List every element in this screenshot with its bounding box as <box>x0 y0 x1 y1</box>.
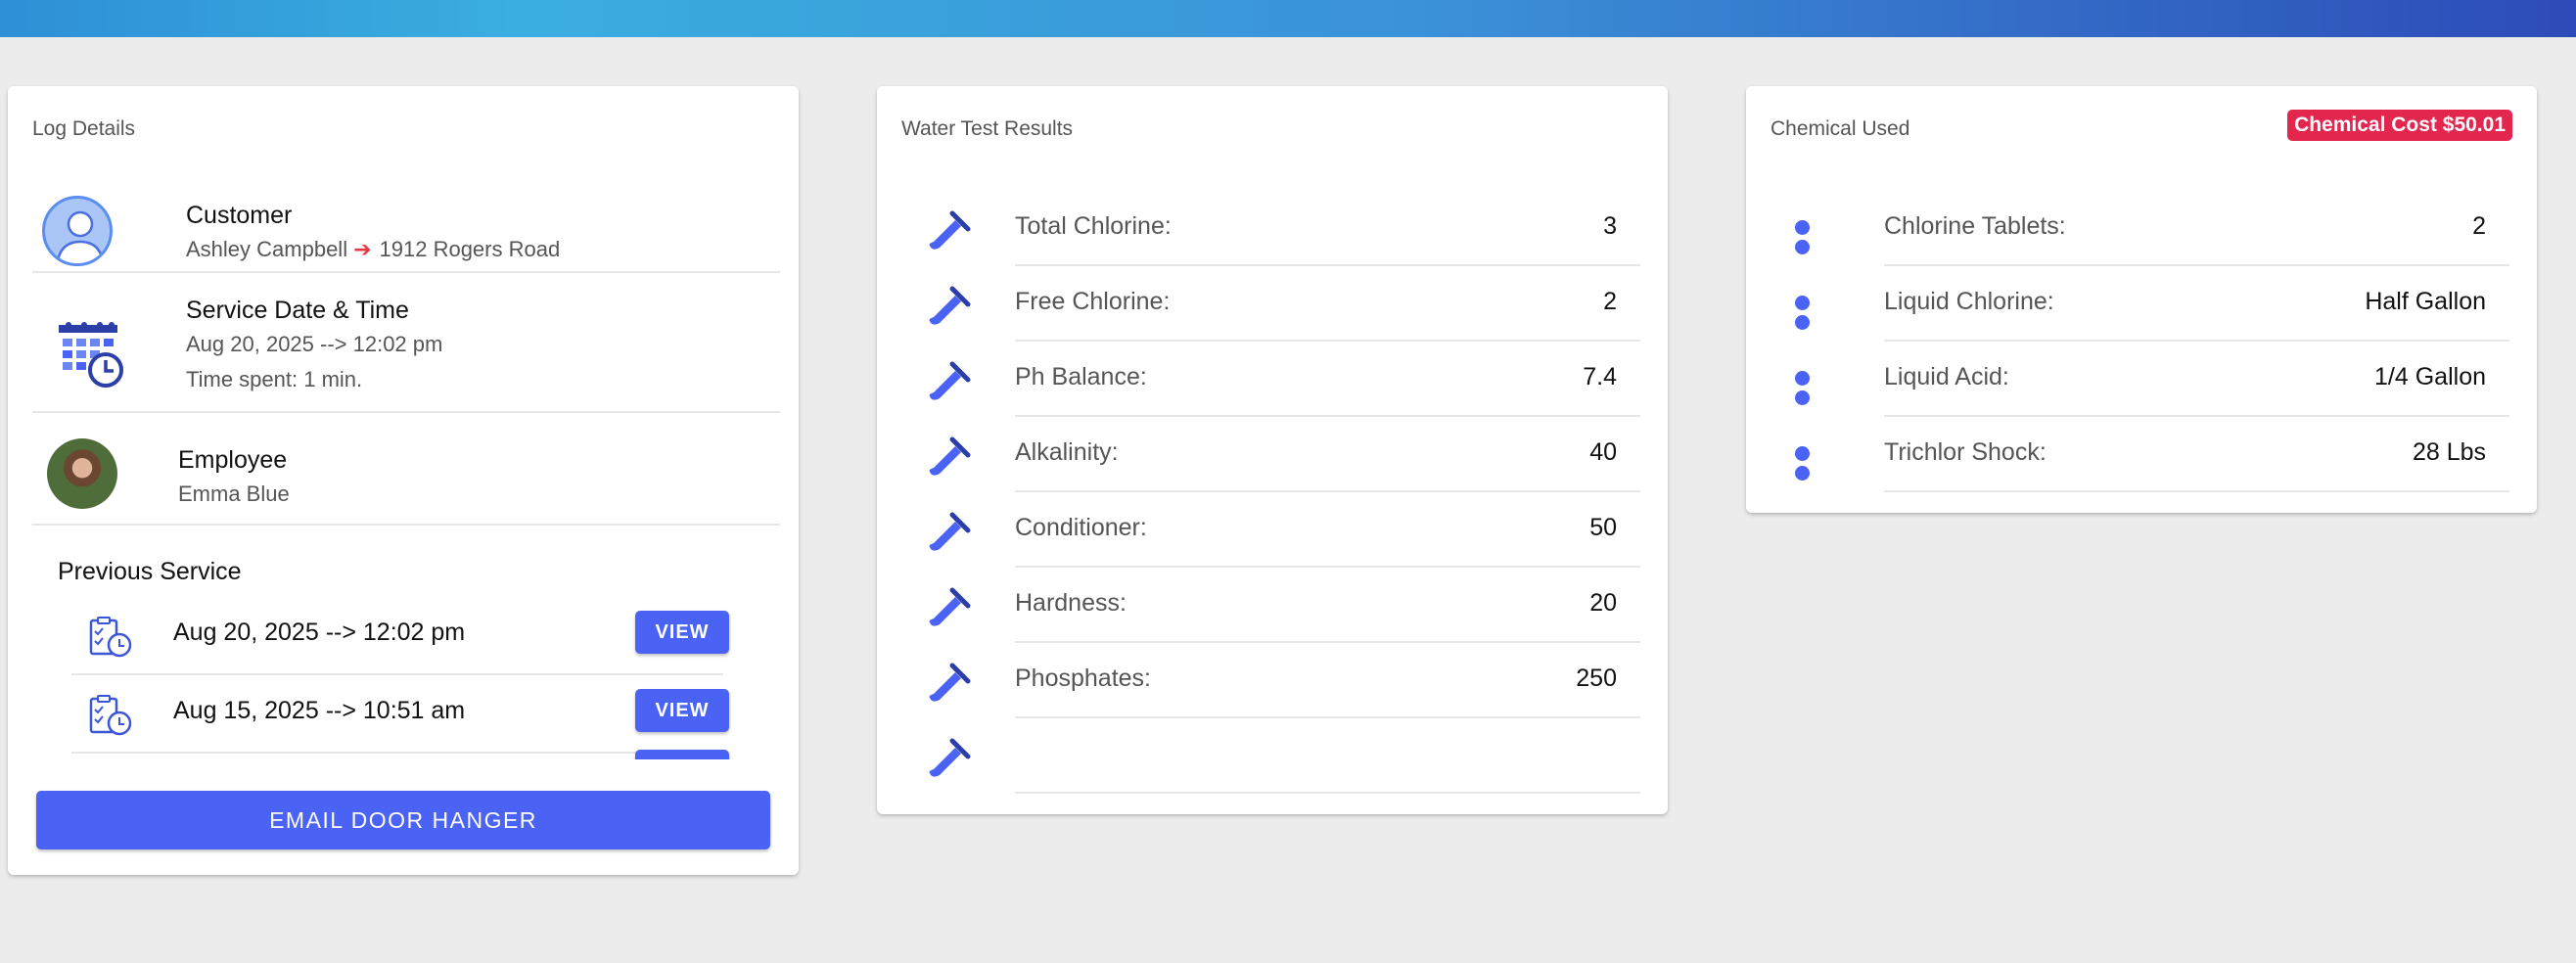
customer-row: Customer Ashley Campbell ➔ 1912 Rogers Roa… <box>32 184 780 273</box>
test-tube-icon <box>920 728 975 788</box>
test-tube-icon <box>920 427 975 486</box>
previous-service-date: Aug 15, 2025 --> 10:51 am <box>173 697 466 724</box>
chemical-dots-icon <box>1795 371 1834 405</box>
list-item: Aug 15, 2025 --> 10:51 am VIEW <box>71 675 729 754</box>
view-button[interactable] <box>635 750 729 759</box>
previous-service-list[interactable]: Aug 20, 2025 --> 12:02 pm VIEW Aug 15, 2… <box>37 597 781 759</box>
test-tube-icon <box>920 577 975 637</box>
top-app-bar <box>0 0 2576 37</box>
employee-name: Emma Blue <box>178 482 290 506</box>
chemical-used-card: Chemical Used Chemical Cost $50.01 Chlor… <box>1746 86 2537 513</box>
service-datetime: Aug 20, 2025 --> 12:02 pm <box>186 332 443 356</box>
test-tube-icon <box>920 502 975 562</box>
chemical-value: 1/4 Gallon <box>2374 363 2486 390</box>
chemical-cost-badge: Chemical Cost $50.01 <box>2287 110 2512 141</box>
water-test-results-card: Water Test Results Total Chlorine: 3 Free … <box>877 86 1668 814</box>
customer-heading: Customer <box>186 202 293 229</box>
water-test-label: Ph Balance: <box>1015 363 1147 390</box>
water-test-label: Hardness: <box>1015 589 1127 617</box>
previous-service-heading: Previous Service <box>58 558 242 585</box>
water-test-value: 7.4 <box>1583 363 1617 390</box>
water-test-value: 3 <box>1603 212 1617 240</box>
chemical-label: Trichlor Shock: <box>1884 438 2047 466</box>
log-details-card: Log Details Customer Ashley Campbell ➔ 191… <box>8 86 799 875</box>
water-test-row: Total Chlorine: 3 <box>877 191 1668 266</box>
row-divider <box>1884 490 2509 492</box>
water-test-label: Conditioner: <box>1015 514 1147 541</box>
clipboard-clock-icon <box>89 617 132 663</box>
email-door-hanger-button[interactable]: EMAIL DOOR HANGER <box>36 791 770 849</box>
water-test-row: Alkalinity: 40 <box>877 417 1668 492</box>
clipboard-clock-icon <box>89 695 132 741</box>
water-test-row: Phosphates: 250 <box>877 643 1668 718</box>
chemical-value: Half Gallon <box>2365 288 2486 315</box>
test-tube-icon <box>920 276 975 336</box>
view-button[interactable]: VIEW <box>635 611 729 654</box>
water-test-label: Total Chlorine: <box>1015 212 1172 240</box>
water-test-row: Ph Balance: 7.4 <box>877 342 1668 417</box>
water-test-row: Hardness: 20 <box>877 568 1668 643</box>
employee-row: Employee Emma Blue <box>32 413 780 526</box>
time-spent: Time spent: 1 min. <box>186 367 363 391</box>
chemical-row: Trichlor Shock: 28 Lbs <box>1746 417 2537 492</box>
chemical-row: Chlorine Tablets: 2 <box>1746 191 2537 266</box>
chemical-value: 28 Lbs <box>2412 438 2486 466</box>
chemical-label: Chlorine Tablets: <box>1884 212 2066 240</box>
row-divider <box>1015 792 1640 794</box>
log-details-title: Log Details <box>32 117 136 140</box>
customer-name: Ashley Campbell <box>186 237 348 261</box>
water-test-results-title: Water Test Results <box>901 117 1074 140</box>
test-tube-icon <box>920 653 975 712</box>
water-test-row <box>877 718 1668 794</box>
chemical-dots-icon <box>1795 220 1834 254</box>
chemical-dots-icon <box>1795 296 1834 330</box>
arrow-right-icon: ➔ <box>353 237 372 261</box>
water-test-value: 2 <box>1603 288 1617 315</box>
water-test-label: Phosphates: <box>1015 665 1151 692</box>
previous-service-date: Aug 20, 2025 --> 12:02 pm <box>173 619 466 646</box>
employee-heading: Employee <box>178 446 288 474</box>
chemical-label: Liquid Chlorine: <box>1884 288 2054 315</box>
customer-address: 1912 Rogers Road <box>379 237 561 261</box>
chemical-value: 2 <box>2472 212 2486 240</box>
water-test-label: Free Chlorine: <box>1015 288 1171 315</box>
customer-detail: Ashley Campbell ➔ 1912 Rogers Road <box>186 237 560 262</box>
test-tube-icon <box>920 201 975 260</box>
water-test-value: 250 <box>1576 665 1617 692</box>
list-item <box>71 750 729 759</box>
chemical-used-title: Chemical Used <box>1771 117 1910 140</box>
water-test-row: Free Chlorine: 2 <box>877 266 1668 342</box>
chemical-row: Liquid Chlorine: Half Gallon <box>1746 266 2537 342</box>
water-test-value: 50 <box>1589 514 1617 541</box>
water-test-value: 40 <box>1589 438 1617 466</box>
chemical-row: Liquid Acid: 1/4 Gallon <box>1746 342 2537 417</box>
water-test-value: 20 <box>1589 589 1617 617</box>
service-heading: Service Date & Time <box>186 297 409 324</box>
chemical-label: Liquid Acid: <box>1884 363 2009 390</box>
water-test-row: Conditioner: 50 <box>877 492 1668 568</box>
list-item: Aug 20, 2025 --> 12:02 pm VIEW <box>71 597 729 675</box>
service-row: Service Date & Time Aug 20, 2025 --> 12:… <box>32 273 780 413</box>
view-button[interactable]: VIEW <box>635 689 729 732</box>
chemical-dots-icon <box>1795 446 1834 481</box>
water-test-label: Alkalinity: <box>1015 438 1119 466</box>
test-tube-icon <box>920 351 975 411</box>
